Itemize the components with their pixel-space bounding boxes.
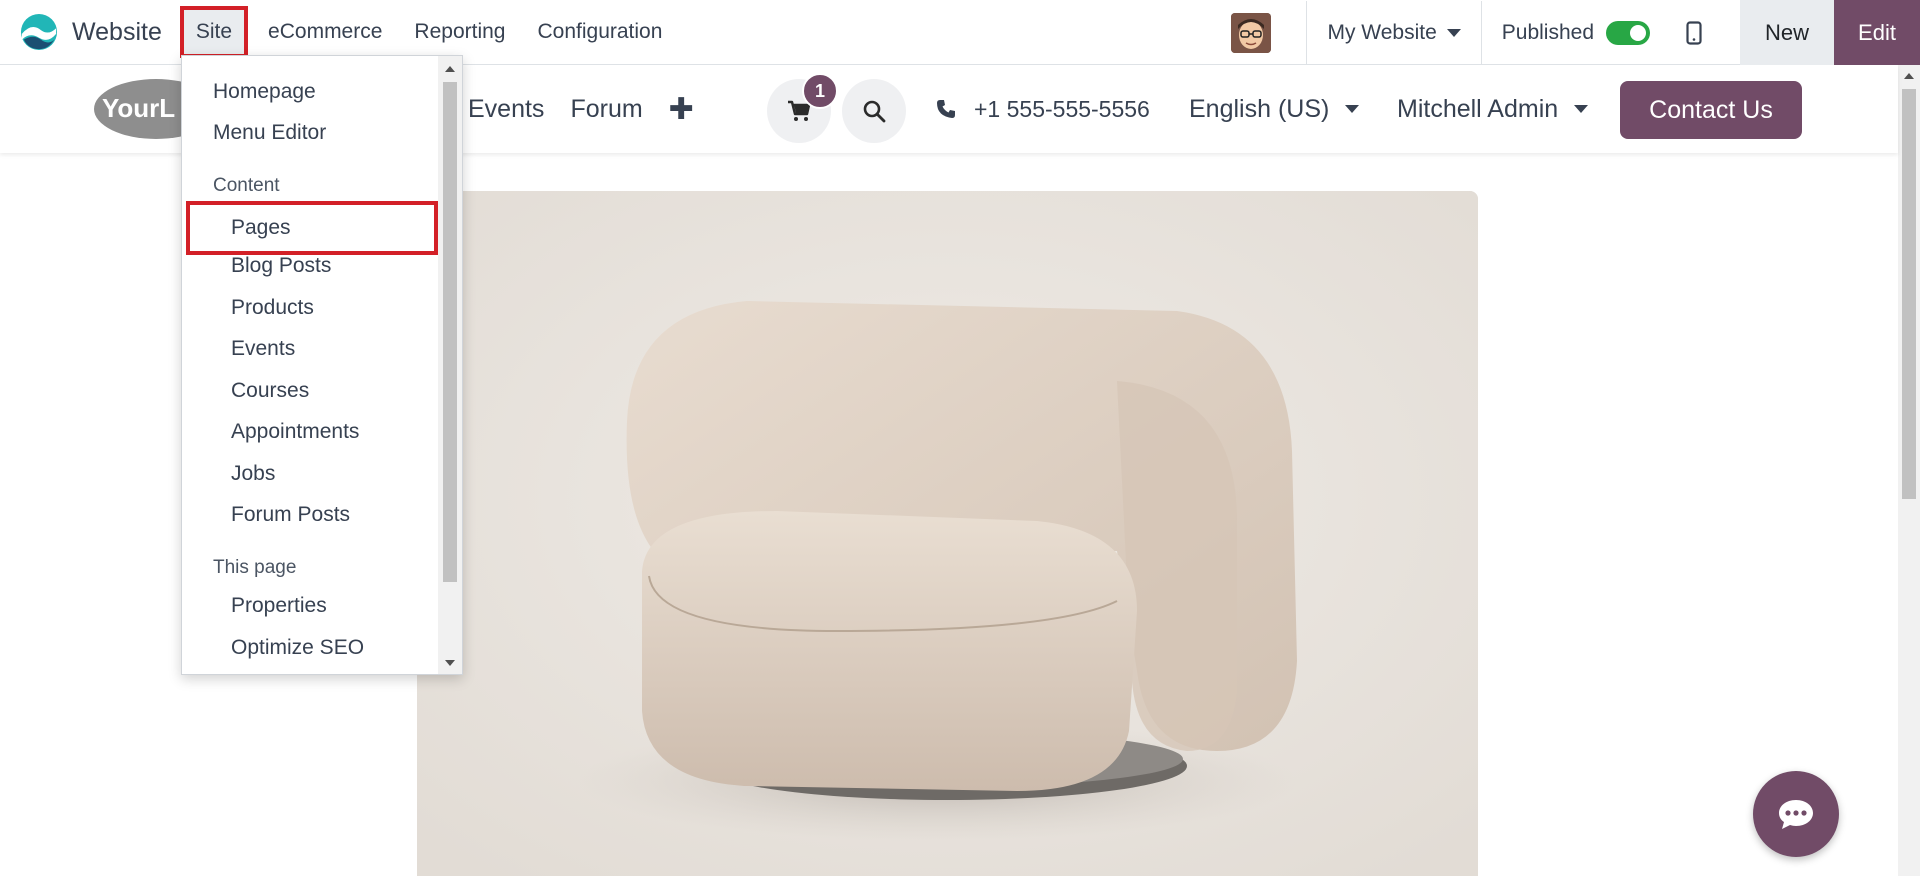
- dropdown-item-jobs[interactable]: Jobs: [182, 454, 438, 494]
- live-chat-button[interactable]: [1753, 771, 1839, 857]
- dropdown-item-products[interactable]: Products: [182, 288, 438, 328]
- app-name: Website: [72, 17, 162, 46]
- dropdown-item-menu-editor[interactable]: Menu Editor: [182, 113, 438, 153]
- published-toggle[interactable]: [1606, 20, 1650, 45]
- user-name: Mitchell Admin: [1397, 94, 1559, 123]
- dropdown-item-appointments[interactable]: Appointments: [182, 412, 438, 452]
- site-dropdown-menu: Homepage Menu Editor Content Pages Blog …: [181, 55, 463, 675]
- edit-button[interactable]: Edit: [1834, 0, 1920, 65]
- search-button[interactable]: [842, 79, 906, 143]
- language-selector[interactable]: English (US): [1189, 65, 1360, 153]
- dropdown-section-this-page: This page: [213, 557, 297, 578]
- website-selector-label: My Website: [1327, 20, 1437, 44]
- site-logo-text: YourL: [102, 93, 175, 123]
- search-icon: [863, 100, 886, 123]
- avatar-face-icon: [1231, 12, 1272, 53]
- scroll-thumb[interactable]: [1902, 89, 1916, 499]
- language-label: English (US): [1189, 94, 1330, 123]
- mobile-preview-button[interactable]: [1670, 0, 1718, 65]
- caret-down-icon: [1345, 105, 1360, 113]
- scroll-up-icon[interactable]: [1904, 73, 1914, 79]
- hero-image: [417, 191, 1478, 876]
- phone-contact[interactable]: +1 555-555-5556: [936, 65, 1150, 153]
- cart-count-badge: 1: [802, 73, 838, 109]
- dropdown-item-blog-posts[interactable]: Blog Posts: [182, 246, 438, 286]
- mobile-phone-icon: [1686, 20, 1702, 45]
- contact-us-button[interactable]: Contact Us: [1620, 81, 1802, 139]
- menu-configuration[interactable]: Configuration: [521, 0, 678, 65]
- published-toggle-group: Published: [1482, 20, 1670, 45]
- new-button[interactable]: New: [1740, 0, 1834, 65]
- scroll-up-icon[interactable]: [445, 66, 455, 72]
- scroll-thumb[interactable]: [443, 82, 457, 582]
- dropdown-item-properties[interactable]: Properties: [182, 586, 438, 626]
- phone-number: +1 555-555-5556: [974, 95, 1150, 122]
- dropdown-scrollbar[interactable]: [438, 56, 462, 674]
- menu-site[interactable]: Site: [179, 6, 249, 58]
- dropdown-item-optimize-seo[interactable]: Optimize SEO: [182, 628, 438, 668]
- dropdown-item-courses[interactable]: Courses: [182, 371, 438, 411]
- nav-events[interactable]: Events: [468, 95, 544, 124]
- armchair-illustration: [417, 191, 1478, 876]
- dropdown-item-events[interactable]: Events: [182, 329, 438, 369]
- app-brand[interactable]: Website: [20, 0, 162, 65]
- phone-icon: [937, 100, 955, 118]
- website-selector[interactable]: My Website: [1307, 21, 1480, 45]
- scroll-down-icon[interactable]: [445, 660, 455, 666]
- dropdown-item-homepage[interactable]: Homepage: [182, 72, 438, 112]
- chat-bubble-icon: [1779, 800, 1813, 829]
- caret-down-icon: [1574, 105, 1589, 113]
- user-avatar[interactable]: [1231, 12, 1272, 53]
- user-menu[interactable]: Mitchell Admin: [1397, 65, 1589, 153]
- page-scrollbar[interactable]: [1898, 65, 1920, 876]
- add-menu-plus-icon[interactable]: ✚: [669, 92, 694, 127]
- site-nav: Events Forum ✚: [468, 65, 694, 153]
- published-label: Published: [1501, 20, 1594, 44]
- dropdown-item-forum-posts[interactable]: Forum Posts: [182, 495, 438, 535]
- nav-forum[interactable]: Forum: [570, 95, 642, 124]
- website-app-icon: [20, 13, 58, 51]
- dropdown-section-content: Content: [213, 175, 280, 196]
- topbar-right: My Website Published New Edit: [1231, 0, 1920, 65]
- caret-down-icon: [1446, 28, 1461, 37]
